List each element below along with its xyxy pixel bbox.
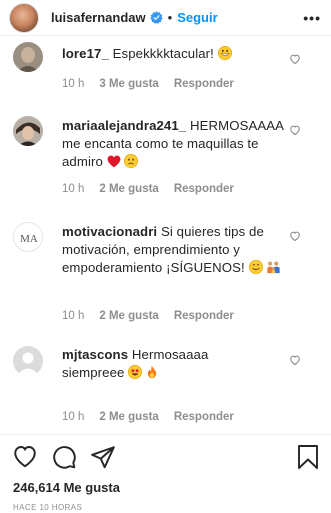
- like-comment-heart-icon[interactable]: [289, 354, 301, 366]
- commenter-avatar[interactable]: MA: [13, 222, 43, 252]
- comment-time: 10 h: [62, 310, 85, 322]
- fire-emoji-icon: [146, 365, 158, 384]
- comment-body: lore17_ Espekkkktacular!: [62, 45, 287, 65]
- avatar-image: MA: [14, 223, 42, 251]
- comment-time: 10 h: [62, 78, 85, 90]
- comment-item: lore17_ Espekkkktacular! 10 h 3 Me gusta…: [0, 36, 331, 114]
- comment-username[interactable]: mjtascons: [62, 347, 128, 362]
- comment-username[interactable]: lore17_: [62, 46, 109, 61]
- comment-item: mariaalejandra241_ HERMOSAAAA me encanta…: [0, 111, 331, 206]
- comment-time: 10 h: [62, 183, 85, 195]
- comment-time: 10 h: [62, 411, 85, 423]
- commenter-avatar[interactable]: [13, 42, 43, 72]
- comment-icon[interactable]: [51, 444, 77, 470]
- comment-meta: 10 h 2 Me gusta Responder: [62, 411, 249, 423]
- comment-text: Espekkkktacular!: [112, 46, 214, 61]
- comment-likes[interactable]: 2 Me gusta: [99, 310, 158, 322]
- reply-button[interactable]: Responder: [174, 78, 234, 90]
- comments-list[interactable]: lore17_ Espekkkktacular! 10 h 3 Me gusta…: [0, 36, 331, 434]
- comment-username[interactable]: motivacionadri: [62, 224, 157, 239]
- comment-body: mariaalejandra241_ HERMOSAAAA me encanta…: [62, 117, 287, 173]
- default-avatar-icon: [13, 346, 43, 376]
- author-avatar[interactable]: [9, 2, 39, 33]
- post-actions-footer: 246,614 Me gusta HACE 10 HORAS: [0, 434, 331, 513]
- sad-face-emoji-icon: [124, 154, 139, 173]
- comment-meta: 10 h 2 Me gusta Responder: [62, 183, 249, 195]
- share-icon[interactable]: [90, 444, 116, 470]
- comment-likes[interactable]: 3 Me gusta: [99, 78, 158, 90]
- follow-button[interactable]: Seguir: [177, 10, 217, 25]
- grinning-face-emoji-icon: [217, 46, 232, 65]
- post-timestamp: HACE 10 HORAS: [13, 503, 83, 512]
- action-bar: [12, 444, 116, 470]
- reply-button[interactable]: Responder: [174, 183, 234, 195]
- comment-username[interactable]: mariaalejandra241_: [62, 118, 186, 133]
- family-emoji-icon: [266, 260, 281, 279]
- avatar-monogram: MA: [20, 233, 38, 245]
- comment-likes[interactable]: 2 Me gusta: [99, 411, 158, 423]
- post-header: luisafernandaw • Seguir •••: [0, 0, 331, 36]
- comment-meta: 10 h 3 Me gusta Responder: [62, 78, 249, 90]
- header-separator: •: [167, 10, 173, 25]
- star-struck-emoji-icon: [128, 365, 143, 384]
- comment-item: mjtascons Hermosaaaa siempreee 10 h 2 Me…: [0, 342, 331, 434]
- comment-meta: 10 h 2 Me gusta Responder: [62, 310, 249, 322]
- commenter-avatar[interactable]: [13, 346, 43, 376]
- heart-icon[interactable]: [12, 444, 38, 470]
- comment-body: motivacionadri Si quieres tips de motiva…: [62, 223, 287, 279]
- verified-badge-icon: [149, 11, 163, 24]
- like-comment-heart-icon[interactable]: [289, 124, 301, 136]
- more-options-icon[interactable]: •••: [303, 10, 321, 26]
- comment-body: mjtascons Hermosaaaa siempreee: [62, 346, 262, 384]
- smiling-face-emoji-icon: [248, 260, 263, 279]
- avatar-image: [13, 42, 43, 72]
- reply-button[interactable]: Responder: [174, 310, 234, 322]
- reply-button[interactable]: Responder: [174, 411, 234, 423]
- bookmark-icon[interactable]: [296, 444, 320, 470]
- post-like-count[interactable]: 246,614 Me gusta: [13, 480, 120, 495]
- red-heart-emoji-icon: [107, 155, 121, 173]
- like-comment-heart-icon[interactable]: [289, 53, 301, 65]
- commenter-avatar[interactable]: [13, 116, 43, 146]
- avatar-image: [13, 116, 43, 146]
- comment-likes[interactable]: 2 Me gusta: [99, 183, 158, 195]
- comment-item: MA motivacionadri Si quieres tips de mot…: [0, 216, 331, 331]
- author-username[interactable]: luisafernandaw: [51, 10, 146, 25]
- like-comment-heart-icon[interactable]: [289, 230, 301, 242]
